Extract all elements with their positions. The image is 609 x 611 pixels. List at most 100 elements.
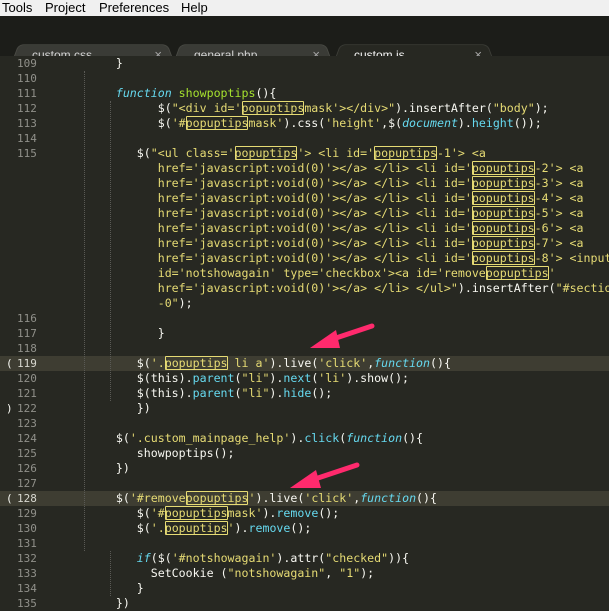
code-line[interactable]: showpoptips(); [60, 446, 609, 461]
fold-marker-icon[interactable]: ) [6, 401, 13, 416]
code-token: ).insertAfter( [457, 281, 556, 295]
indent-guide [110, 551, 111, 596]
code-line[interactable]: href='javascript:void(0)'></a> </li> <li… [60, 191, 609, 206]
code-line[interactable]: href='javascript:void(0)'></a> </li> </u… [60, 281, 609, 296]
code-line[interactable] [60, 71, 609, 86]
code-line[interactable]: -0"); [60, 296, 609, 311]
gutter-line: 128 ( [0, 491, 60, 506]
code-token: ).live( [255, 491, 305, 505]
code-line[interactable]: href='javascript:void(0)'></a> </li> <li… [60, 206, 609, 221]
code-line[interactable]: } [60, 56, 609, 71]
code-token: if [136, 551, 151, 565]
code-line[interactable]: $("<ul class='popuptips'> <li id='popupt… [60, 146, 609, 161]
menu-preferences[interactable]: Preferences [99, 0, 169, 15]
code-token: href='javascript:void(0)'></a> </li> <li… [60, 221, 472, 235]
code-line[interactable]: $('.popuptips').remove(); [60, 521, 609, 536]
code-area[interactable]: } function showpoptips(){ $("<div id='po… [60, 56, 609, 610]
code-line[interactable]: $(this).parent("li").hide(); [60, 386, 609, 401]
line-number: 118 [17, 342, 37, 355]
code-line[interactable]: $('#popuptipsmask').css('height',$(docum… [60, 116, 609, 131]
code-line[interactable] [60, 476, 609, 491]
code-token: href='javascript:void(0)'></a> </li> <li… [60, 176, 472, 190]
line-number: 131 [17, 537, 37, 550]
code-line[interactable] [60, 416, 609, 431]
code-line[interactable]: $('.custom_mainpage_help').click(functio… [60, 431, 609, 446]
line-number: 125 [17, 447, 37, 460]
code-token: href='javascript:void(0)'></a> </li> </u… [60, 281, 458, 295]
gutter-line: 118 [0, 341, 60, 356]
code-line[interactable]: }) [60, 461, 609, 476]
gutter-line: 132 [0, 551, 60, 566]
code-token: function [374, 356, 431, 370]
code-line[interactable]: } [60, 326, 609, 341]
highlighted-match: popuptips [164, 506, 228, 520]
indent-guide [110, 101, 111, 401]
code-token: 'li' [318, 371, 347, 385]
line-number: 123 [17, 417, 37, 430]
gutter-line: 121 [0, 386, 60, 401]
gutter-line [0, 296, 60, 311]
code-line[interactable]: href='javascript:void(0)'></a> </li> <li… [60, 176, 609, 191]
code-line[interactable] [60, 536, 609, 551]
code-token: -8'> <input [534, 251, 609, 265]
code-editor[interactable]: 109 110 111 112 113 114 115 116 117 118 119 (120 121… [0, 56, 609, 610]
menu-help[interactable]: Help [181, 0, 208, 15]
code-token: ). [457, 116, 472, 130]
fold-marker-icon[interactable]: ( [6, 356, 13, 371]
menu-tools[interactable]: Tools [2, 0, 32, 15]
gutter-line [0, 266, 60, 281]
code-line[interactable] [60, 311, 609, 326]
code-line[interactable]: href='javascript:void(0)'></a> </li> <li… [60, 221, 609, 236]
line-number: 122 [17, 402, 37, 415]
menu-project[interactable]: Project [45, 0, 85, 15]
code-line[interactable]: if($('#notshowagain').attr("checked")){ [60, 551, 609, 566]
code-line[interactable]: $('#removepopuptips').live('click',funct… [60, 491, 609, 506]
gutter-line: 124 [0, 431, 60, 446]
code-token: -7'> <a [534, 236, 584, 250]
code-line[interactable]: href='javascript:void(0)'></a> </li> <li… [60, 236, 609, 251]
code-line[interactable]: function showpoptips(){ [60, 86, 609, 101]
code-token: $( [60, 506, 151, 520]
gutter-line [0, 236, 60, 251]
code-token: (); [318, 506, 340, 520]
code-token: ). [290, 431, 305, 445]
indent-guide [84, 71, 85, 551]
fold-marker-icon[interactable]: ( [6, 491, 13, 506]
code-token: mask'></div>" [304, 101, 396, 115]
line-number: 115 [17, 147, 37, 160]
code-line[interactable] [60, 131, 609, 146]
code-line[interactable]: href='javascript:void(0)'></a> </li> <li… [60, 161, 609, 176]
code-token: -0" [60, 296, 179, 310]
gutter-line [0, 281, 60, 296]
code-line[interactable]: href='javascript:void(0)'></a> </li> <li… [60, 251, 609, 266]
code-token: } [60, 56, 123, 70]
code-token: function [346, 431, 403, 445]
gutter-line: 135 [0, 596, 60, 611]
code-line[interactable]: $('.popuptips li a').live('click',functi… [60, 356, 609, 371]
code-token: "1" [339, 566, 361, 580]
code-line[interactable]: id='notshowagain' type='checkbox'><a id=… [60, 266, 609, 281]
code-line[interactable]: }) [60, 596, 609, 611]
code-token: ($( [150, 551, 172, 565]
code-line[interactable]: SetCookie ("notshowagain", "1"); [60, 566, 609, 581]
highlighted-match: popuptips [471, 191, 535, 205]
gutter-line: 123 [0, 416, 60, 431]
gutter-line: 122) [0, 401, 60, 416]
code-line[interactable]: } [60, 581, 609, 596]
code-token: }) [60, 596, 130, 610]
code-token: ); [178, 296, 193, 310]
code-line[interactable] [60, 341, 609, 356]
code-line[interactable]: $('#popuptipsmask').remove(); [60, 506, 609, 521]
code-token: hide [283, 386, 312, 400]
code-token: "<div id=' [171, 101, 242, 115]
code-token: id='notshowagain' type='checkbox'><a id=… [60, 266, 486, 280]
gutter-line: 112 [0, 101, 60, 116]
code-line[interactable]: }) [60, 401, 609, 416]
code-line[interactable]: $(this).parent("li").next('li').show(); [60, 371, 609, 386]
highlighted-match: popuptips [234, 146, 298, 160]
gutter-line [0, 206, 60, 221]
gutter-line: 116 [0, 311, 60, 326]
code-token: ( [234, 386, 242, 400]
code-line[interactable]: $("<div id='popuptipsmask'></div>").inse… [60, 101, 609, 116]
